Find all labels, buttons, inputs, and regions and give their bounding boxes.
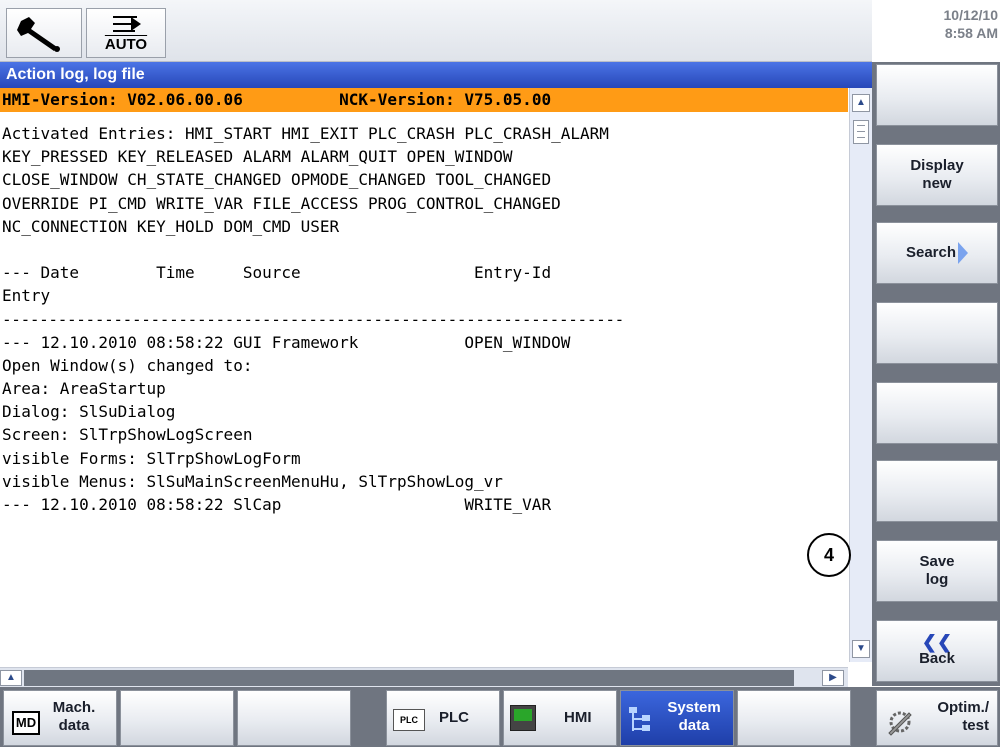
date-text: 10/12/10 bbox=[943, 7, 999, 23]
mach-data-label: Mach. data bbox=[52, 699, 96, 734]
log-line: Entry bbox=[2, 286, 51, 306]
hmi-button[interactable]: HMI bbox=[503, 690, 617, 746]
log-line: visible Forms: SlTrpShowLogForm bbox=[2, 448, 301, 468]
save-log-button[interactable]: Save log bbox=[876, 540, 998, 602]
hmi-monitor-icon bbox=[510, 705, 536, 731]
vertical-scrollbar[interactable]: ▲ ▼ bbox=[849, 88, 872, 662]
optim-test-button[interactable]: Optim./ test bbox=[876, 690, 998, 746]
horizontal-softkey-bar: MD Mach. data PLC PLC HMI System data Op… bbox=[0, 687, 1000, 747]
save-log-label: Save log bbox=[919, 553, 955, 588]
back-label: Back bbox=[919, 650, 955, 667]
log-line: --- Date Time Source Entry-Id bbox=[2, 263, 552, 283]
log-line: Screen: SlTrpShowLogScreen bbox=[2, 425, 253, 445]
horizontal-scrollbar[interactable]: ▲ ▶ bbox=[0, 667, 848, 687]
softkey-bottom-8[interactable] bbox=[737, 690, 851, 746]
log-line: KEY_PRESSED KEY_RELEASED ALARM ALARM_QUI… bbox=[2, 147, 513, 167]
log-line: --- 12.10.2010 08:58:22 GUI Framework OP… bbox=[2, 332, 571, 352]
softkey-bottom-3[interactable] bbox=[237, 690, 351, 746]
system-data-label: System data bbox=[667, 699, 721, 734]
softkey-bottom-2[interactable] bbox=[120, 690, 234, 746]
log-view[interactable]: HMI-Version: V02.06.00.06 NCK-Version: V… bbox=[0, 88, 848, 656]
softkey-right-5[interactable] bbox=[876, 382, 998, 444]
auto-mode-indicator: AUTO bbox=[86, 8, 166, 58]
plc-icon: PLC bbox=[393, 709, 425, 731]
scroll-left-button[interactable]: ▲ bbox=[0, 670, 22, 686]
machine-area-button[interactable] bbox=[6, 8, 82, 58]
log-line: Activated Entries: HMI_START HMI_EXIT PL… bbox=[2, 124, 609, 143]
hmi-version: HMI-Version: V02.06.00.06 bbox=[2, 90, 243, 109]
mode-label: AUTO bbox=[104, 36, 148, 53]
system-tree-icon bbox=[629, 707, 651, 735]
log-line: ----------------------------------------… bbox=[2, 309, 624, 329]
nck-version: NCK-Version: V75.05.00 bbox=[339, 90, 552, 109]
log-line: CLOSE_WINDOW CH_STATE_CHANGED OPMODE_CHA… bbox=[2, 170, 552, 190]
double-chevron-left-icon: ❮❮ bbox=[921, 632, 953, 652]
date-time-display: 10/12/10 8:58 AM bbox=[872, 6, 1000, 42]
hmi-label: HMI bbox=[564, 709, 592, 726]
log-line: Area: AreaStartup bbox=[2, 379, 166, 399]
log-line: visible Menus: SlSuMainScreenMenuHu, SlT… bbox=[2, 471, 503, 491]
softkey-right-1[interactable] bbox=[876, 64, 998, 126]
vertical-softkey-bar: Display new Search Save log ❮❮ Back bbox=[872, 62, 1000, 686]
optim-test-label: Optim./ test bbox=[937, 699, 989, 734]
wrench-icon bbox=[17, 17, 60, 52]
version-bar: HMI-Version: V02.06.00.06 NCK-Version: V… bbox=[0, 88, 848, 112]
header-bar: AUTO bbox=[0, 0, 872, 62]
scroll-right-button[interactable]: ▶ bbox=[822, 670, 844, 686]
display-new-button[interactable]: Display new bbox=[876, 144, 998, 206]
log-line: Open Window(s) changed to: bbox=[2, 355, 253, 375]
back-button[interactable]: ❮❮ Back bbox=[876, 620, 998, 682]
log-line: OVERRIDE PI_CMD WRITE_VAR FILE_ACCESS PR… bbox=[2, 193, 561, 213]
window-title: Action log, log file bbox=[0, 62, 872, 88]
mach-data-button[interactable]: MD Mach. data bbox=[3, 690, 117, 746]
display-new-label: Display new bbox=[910, 157, 964, 192]
log-line: NC_CONNECTION KEY_HOLD DOM_CMD USER bbox=[2, 216, 340, 236]
vertical-scroll-thumb[interactable] bbox=[853, 120, 869, 144]
log-line: Dialog: SlSuDialog bbox=[2, 402, 176, 422]
scroll-up-button[interactable]: ▲ bbox=[852, 94, 870, 112]
md-icon: MD bbox=[12, 711, 40, 735]
wrench-gear-icon bbox=[888, 711, 912, 736]
horizontal-scroll-thumb[interactable] bbox=[24, 670, 794, 686]
auto-mode-arrow-icon bbox=[113, 16, 141, 32]
time-text: 8:58 AM bbox=[944, 25, 998, 41]
system-data-button[interactable]: System data bbox=[620, 690, 734, 746]
callout-marker: 4 bbox=[807, 533, 851, 577]
log-line: --- 12.10.2010 08:58:22 SlCap WRITE_VAR bbox=[2, 495, 552, 514]
search-button[interactable]: Search bbox=[876, 222, 998, 284]
log-text: Activated Entries: HMI_START HMI_EXIT PL… bbox=[2, 122, 842, 516]
softkey-right-6[interactable] bbox=[876, 460, 998, 522]
scroll-down-button[interactable]: ▼ bbox=[852, 640, 870, 658]
search-label: Search bbox=[905, 244, 957, 261]
arrow-right-icon bbox=[958, 242, 969, 264]
plc-button[interactable]: PLC PLC bbox=[386, 690, 500, 746]
plc-label: PLC bbox=[439, 709, 469, 726]
softkey-right-4[interactable] bbox=[876, 302, 998, 364]
